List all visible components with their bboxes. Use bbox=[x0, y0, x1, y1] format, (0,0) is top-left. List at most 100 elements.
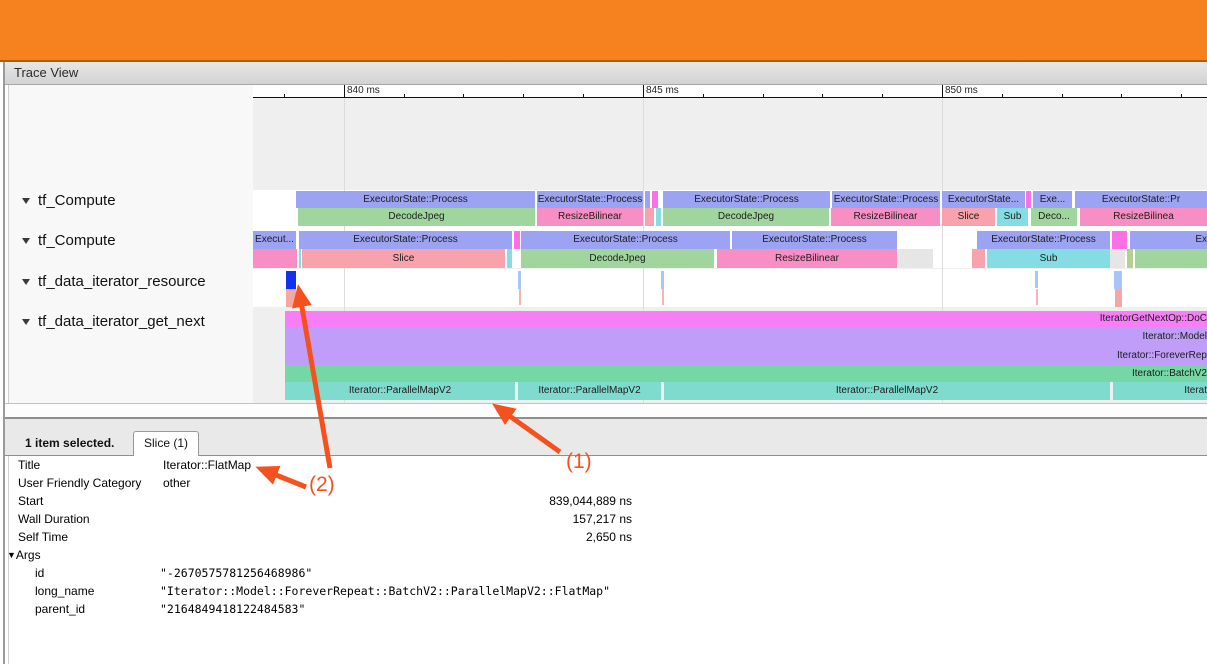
ruler-minor-tick bbox=[284, 94, 285, 97]
trace-slice-marker[interactable] bbox=[519, 289, 521, 305]
trace-slice[interactable] bbox=[972, 249, 985, 268]
annotation-arrow bbox=[261, 469, 306, 487]
splitter-handle[interactable] bbox=[5, 404, 1207, 417]
ruler-minor-tick bbox=[523, 94, 524, 97]
trace-slice-marker[interactable] bbox=[1115, 289, 1122, 307]
trace-slice[interactable]: Iterator::ForeverRep bbox=[285, 346, 1207, 365]
track-label: tf_data_iterator_resource bbox=[38, 273, 206, 290]
args-expander[interactable]: ▼Args bbox=[7, 548, 41, 562]
trace-slice[interactable]: Iterator::ParallelMapV2 bbox=[285, 382, 515, 400]
trace-slice[interactable] bbox=[645, 191, 650, 208]
trace-slice[interactable]: IteratorGetNextOp::DoC bbox=[285, 311, 1207, 327]
trace-slice[interactable]: Slice bbox=[942, 208, 995, 226]
trace-slice-marker[interactable] bbox=[1114, 271, 1122, 289]
ruler-tick-label: 850 ms bbox=[945, 85, 978, 96]
trace-slice[interactable]: ExecutorState::Process bbox=[732, 231, 897, 249]
trace-slice[interactable]: Slice bbox=[302, 249, 505, 268]
track-label: tf_Compute bbox=[38, 192, 116, 209]
trace-view-header: Trace View bbox=[5, 62, 1207, 85]
track-toggle-tf_data_iterator_get_next[interactable]: tf_data_iterator_get_next bbox=[9, 313, 253, 331]
trace-slice[interactable] bbox=[656, 208, 661, 226]
trace-slice[interactable]: Iterator::ParallelMapV2 bbox=[518, 382, 661, 400]
trace-slice[interactable]: ExecutorState::Process bbox=[537, 191, 643, 208]
ruler-major-tick bbox=[344, 85, 345, 97]
collapse-triangle-icon: ▼ bbox=[7, 550, 16, 560]
ruler-minor-tick bbox=[763, 94, 764, 97]
trace-slice[interactable] bbox=[645, 208, 654, 226]
trace-slice-marker[interactable] bbox=[661, 271, 664, 289]
trace-slice[interactable]: ExecutorState... bbox=[942, 191, 1025, 208]
trace-slice[interactable]: ResizeBilinea bbox=[1080, 208, 1207, 226]
timeline-ruler[interactable]: 840 ms845 ms850 ms bbox=[253, 85, 1207, 98]
trace-slice[interactable] bbox=[1112, 231, 1127, 249]
trace-slice-marker[interactable] bbox=[1035, 271, 1038, 288]
trace-slice[interactable]: ExecutorState::Process bbox=[299, 231, 512, 249]
collapse-triangle-icon bbox=[22, 279, 30, 285]
ruler-minor-tick bbox=[463, 94, 464, 97]
trace-slice[interactable]: Iterat bbox=[1113, 382, 1207, 400]
trace-slice[interactable] bbox=[1135, 249, 1207, 268]
trace-viewer-window: Trace View tf_Compute tf_Compute tf_data_i… bbox=[0, 0, 1207, 664]
trace-slice[interactable]: Deco... bbox=[1031, 208, 1077, 226]
trace-slice[interactable]: ExecutorState::Process bbox=[521, 231, 730, 249]
trace-slice[interactable]: Execut... bbox=[253, 231, 296, 249]
trace-slice[interactable]: Exe... bbox=[1033, 191, 1072, 208]
trace-slice[interactable]: Sub bbox=[997, 208, 1028, 226]
trace-slice[interactable]: DecodeJpeg bbox=[298, 208, 535, 226]
trace-slice[interactable]: ResizeBilinear bbox=[537, 208, 643, 226]
trace-slice[interactable]: ExecutorState::Pr bbox=[1075, 191, 1207, 208]
ruler-minor-tick bbox=[822, 94, 823, 97]
trace-slice[interactable] bbox=[1127, 249, 1133, 268]
trace-slice-marker[interactable] bbox=[518, 271, 521, 289]
trace-slice[interactable]: Sub bbox=[987, 249, 1110, 268]
arg-key-parent_id: parent_id bbox=[35, 602, 85, 616]
trace-slice[interactable]: Ex bbox=[1130, 231, 1207, 249]
panel-border bbox=[8, 85, 9, 664]
track-label-sidebar: tf_Compute tf_Compute tf_data_iterator_res… bbox=[9, 85, 253, 403]
trace-slice-marker[interactable] bbox=[662, 289, 664, 305]
trace-slice-marker[interactable] bbox=[286, 289, 296, 307]
trace-slice[interactable] bbox=[514, 231, 520, 249]
trace-slice[interactable] bbox=[652, 191, 658, 208]
arg-value-parent_id: "2164849418122484583" bbox=[160, 602, 305, 616]
trace-slice[interactable]: Iterator::BatchV2 bbox=[285, 365, 1207, 382]
trace-slice[interactable] bbox=[1110, 249, 1125, 268]
trace-slice[interactable]: DecodeJpeg bbox=[663, 208, 829, 226]
trace-slice[interactable]: Iterator::ParallelMapV2 bbox=[664, 382, 1110, 400]
selected-slice[interactable] bbox=[286, 271, 296, 289]
annotation-label: (2) bbox=[309, 473, 335, 496]
trace-slice-marker[interactable] bbox=[1036, 289, 1038, 305]
arg-key-id: id bbox=[35, 566, 44, 580]
trace-slice[interactable] bbox=[299, 249, 301, 268]
trace-slice[interactable]: ExecutorState::Process bbox=[832, 191, 940, 208]
field-label-user-friendly-category: User Friendly Category bbox=[18, 476, 141, 490]
trace-view-title: Trace View bbox=[14, 65, 78, 80]
trace-slice[interactable]: ExecutorState::Process bbox=[663, 191, 830, 208]
arg-value-long_name: "Iterator::Model::ForeverRepeat::BatchV2… bbox=[160, 584, 610, 598]
field-value-wall-duration: 157,217 ns bbox=[432, 512, 632, 526]
ruler-major-tick bbox=[643, 85, 644, 97]
ruler-minor-tick bbox=[1121, 94, 1122, 97]
trace-slice[interactable]: ResizeBilinear bbox=[831, 208, 940, 226]
trace-slice[interactable] bbox=[507, 249, 512, 268]
trace-slice[interactable]: ResizeBilinear bbox=[717, 249, 897, 268]
trace-slice[interactable]: DecodeJpeg bbox=[521, 249, 714, 268]
field-value-start: 839,044,889 ns bbox=[432, 494, 632, 508]
track-toggle-tf_data_iterator_resource[interactable]: tf_data_iterator_resource bbox=[9, 273, 253, 291]
trace-slice[interactable] bbox=[1026, 191, 1031, 208]
track-label: tf_data_iterator_get_next bbox=[38, 313, 205, 330]
trace-slice[interactable] bbox=[253, 249, 297, 268]
track-toggle-tf_Compute[interactable]: tf_Compute bbox=[9, 232, 253, 250]
track-toggle-tf_Compute[interactable]: tf_Compute bbox=[9, 192, 253, 210]
field-label-self-time: Self Time bbox=[18, 530, 68, 544]
trace-slice[interactable]: ExecutorState::Process bbox=[977, 231, 1110, 249]
tab-slice[interactable]: Slice (1) bbox=[133, 431, 199, 456]
trace-slice[interactable]: Iterator::Model bbox=[285, 327, 1207, 346]
field-value-self-time: 2,650 ns bbox=[432, 530, 632, 544]
trace-slice[interactable]: ExecutorState::Process bbox=[296, 191, 535, 208]
ruler-major-tick bbox=[942, 85, 943, 97]
trace-slice[interactable] bbox=[897, 249, 933, 268]
ruler-minor-tick bbox=[1062, 94, 1063, 97]
ruler-minor-tick bbox=[1181, 94, 1182, 97]
ruler-tick-label: 840 ms bbox=[347, 85, 380, 96]
